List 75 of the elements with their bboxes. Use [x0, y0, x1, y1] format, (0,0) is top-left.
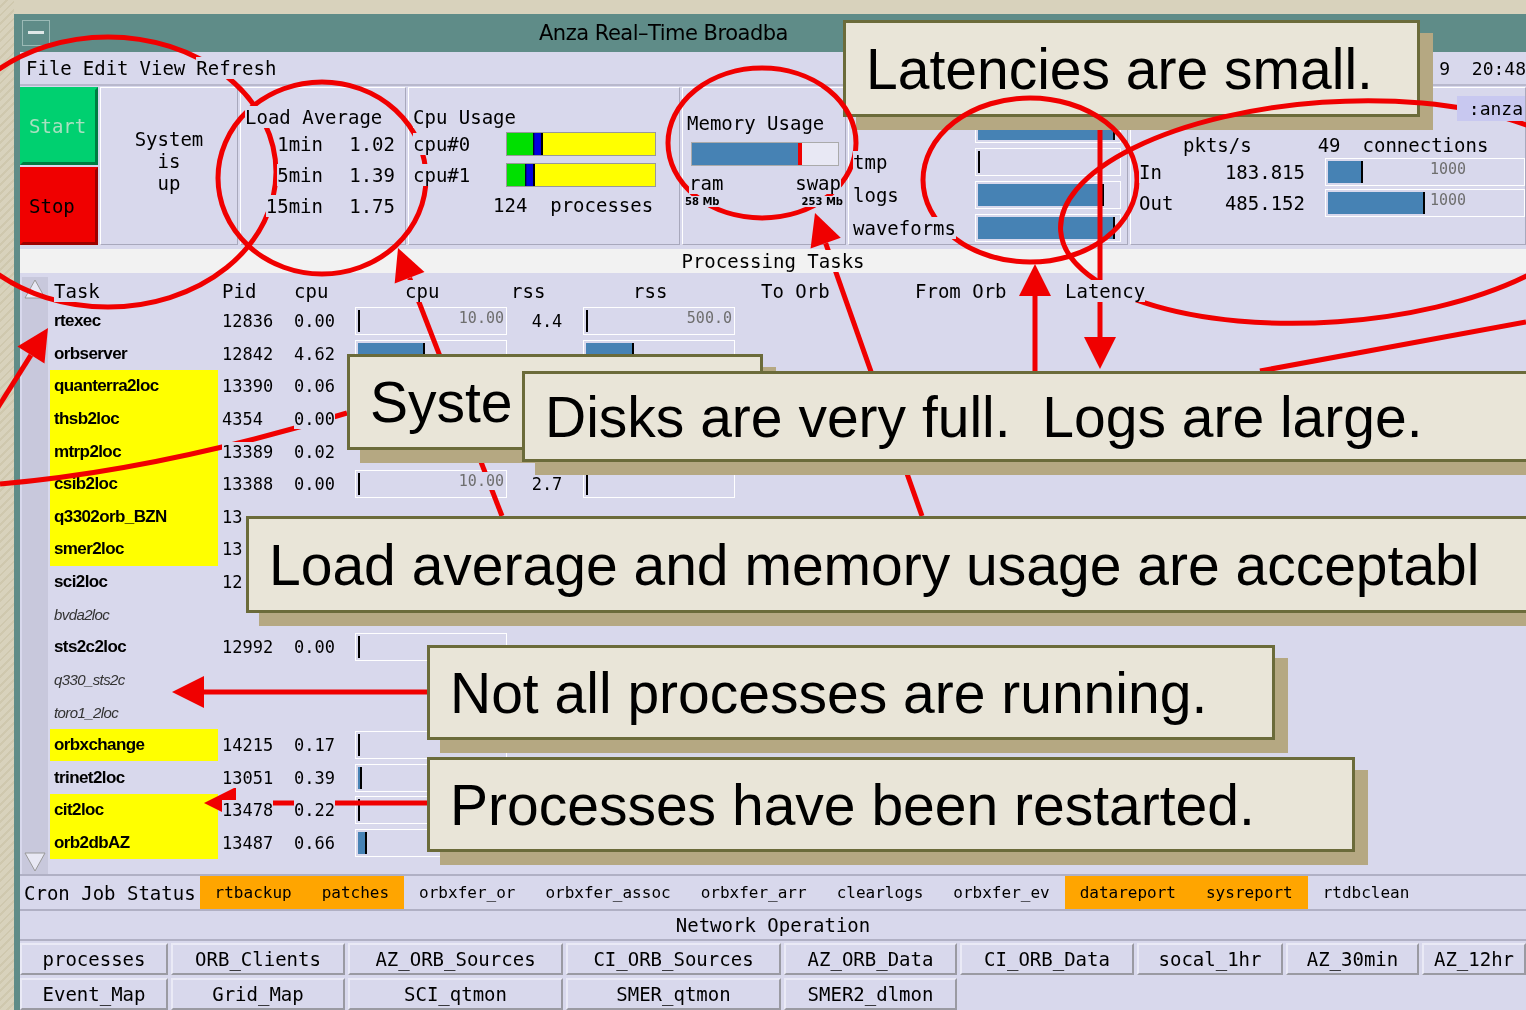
network-button[interactable]: ORB_Clients — [171, 943, 345, 975]
task-name: toro1_2loc — [53, 702, 120, 723]
task-name: orb2dbAZ — [50, 826, 218, 860]
task-name: trinet2loc — [53, 766, 126, 789]
cron-job[interactable]: sysreport — [1191, 876, 1308, 909]
cron-job[interactable]: clearlogs — [821, 876, 939, 909]
network-button[interactable]: Event_Map — [20, 978, 168, 1010]
panel-title: Load Average — [245, 106, 383, 128]
column-header: cpu — [405, 280, 440, 302]
load-label: 15min — [265, 194, 323, 217]
network-button[interactable]: CI_ORB_Data — [960, 943, 1134, 975]
task-name: orbxchange — [50, 728, 218, 762]
network-button[interactable]: SMER_qtmon — [566, 978, 781, 1010]
cron-job[interactable]: rtbackup — [199, 876, 307, 909]
processes-label: processes — [550, 194, 654, 216]
cpu-label: cpu#1 — [413, 163, 471, 186]
load-label: 5min — [277, 163, 323, 186]
network-button[interactable]: AZ_12hr — [1422, 943, 1526, 975]
scrollbar[interactable] — [22, 277, 48, 874]
bar-max-label: 10.00 — [458, 472, 504, 491]
cron-title: Cron Job Status — [23, 880, 197, 906]
window-title: Anza Real–Time Broadba — [539, 21, 788, 45]
task-name: bvda2loc — [53, 605, 111, 626]
menu-item[interactable]: Refresh — [196, 57, 277, 79]
pid-cell: 13478 — [222, 800, 274, 821]
column-header: Latency — [1065, 280, 1146, 302]
cron-job[interactable]: datareport — [1064, 876, 1191, 909]
cron-job[interactable]: orbxfer_or — [404, 876, 531, 909]
clock-text: 9 20:48 — [1439, 57, 1526, 79]
system-status-text: System is up — [133, 127, 205, 194]
cron-job[interactable]: orbxfer_arr — [685, 876, 822, 909]
task-name: sci2loc — [53, 571, 109, 594]
down-triangle-icon — [24, 852, 46, 872]
swap-size: 253 Mb — [801, 196, 843, 207]
disk-label: waveforms — [853, 216, 956, 239]
cron-job[interactable]: patches — [306, 876, 405, 909]
task-name: quanterra2loc — [50, 370, 218, 403]
process-count: 124 — [493, 194, 528, 216]
menu-item[interactable]: Edit — [82, 57, 129, 79]
task-name: q3302orb_BZN — [50, 500, 218, 534]
network-button[interactable]: AZ_ORB_Data — [784, 943, 957, 975]
network-button[interactable]: socal_1hr — [1137, 943, 1283, 975]
dash-icon — [28, 31, 44, 35]
window-menu-button[interactable] — [22, 20, 50, 46]
network-button[interactable]: SMER2_dlmon — [784, 978, 957, 1010]
menu-item[interactable]: View — [139, 57, 186, 79]
network-button[interactable]: AZ_ORB_Sources — [348, 943, 563, 975]
section-title: Network Operation — [20, 909, 1526, 941]
network-button[interactable]: CI_ORB_Sources — [566, 943, 781, 975]
task-name: mtrp2loc — [50, 435, 218, 468]
cron-job[interactable]: orbxfer_ev — [938, 876, 1065, 909]
cron-job[interactable]: orbxfer_assoc — [530, 876, 686, 909]
cpu-cell: 0.00 — [294, 409, 335, 430]
section-title: Processing Tasks — [681, 250, 865, 272]
network-button[interactable]: processes — [20, 943, 168, 975]
task-name: sts2c2loc — [53, 636, 128, 659]
up-triangle-icon — [24, 279, 46, 299]
task-name: q330_sts2c — [53, 670, 126, 691]
host-label: :anza — [1456, 96, 1525, 121]
pkts-label: pkts/s — [1183, 134, 1252, 156]
task-name: smer2loc — [50, 533, 218, 566]
stop-button[interactable]: Stop — [20, 167, 98, 245]
network-button[interactable]: AZ_30min — [1286, 943, 1419, 975]
disk-label: tmp — [853, 150, 888, 173]
cpu-label: cpu#0 — [413, 132, 471, 155]
network-button[interactable]: SCI_qtmon — [348, 978, 563, 1010]
menu-item[interactable]: File — [26, 57, 72, 79]
task-name: thsb2loc — [50, 402, 218, 436]
column-header: Task — [54, 280, 100, 302]
task-name: orbserver — [53, 342, 129, 365]
task-name: cit2loc — [50, 793, 218, 827]
cron-job[interactable]: rtdbclean — [1307, 876, 1425, 909]
network-button[interactable]: Grid_Map — [171, 978, 345, 1010]
ram-size: 58 Mb — [685, 196, 720, 207]
task-name: rtexec — [53, 310, 102, 333]
